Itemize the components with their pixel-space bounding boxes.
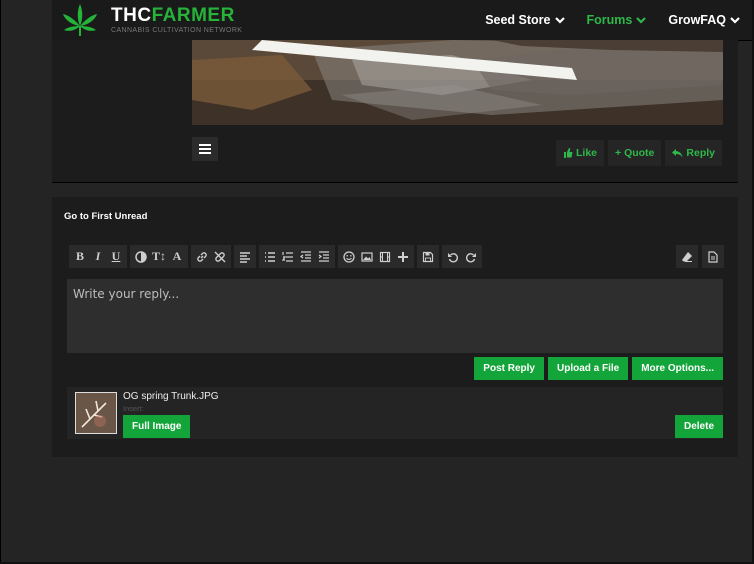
toolbar-group-history <box>442 245 482 268</box>
redo-button[interactable] <box>462 247 480 267</box>
align-button[interactable] <box>236 247 254 267</box>
toolbar-group-style: T↕ A <box>130 245 188 268</box>
nav-seed-store[interactable]: Seed Store <box>485 13 565 27</box>
window-edge <box>0 0 1 564</box>
toolbar-group-align <box>234 245 256 268</box>
unlink-button[interactable] <box>211 247 229 267</box>
nav-label: Forums <box>586 13 633 27</box>
outdent-button[interactable] <box>297 247 315 267</box>
undo-icon <box>448 252 459 263</box>
film-icon <box>379 251 391 262</box>
toolbar-group-save <box>417 245 439 268</box>
link-button[interactable] <box>193 247 211 267</box>
post-menu-button[interactable] <box>192 137 218 161</box>
indent-icon <box>318 250 329 262</box>
eraser-icon <box>682 251 692 262</box>
reply-textarea[interactable] <box>67 279 723 353</box>
site-header: THCFARMER CANNABIS CULTIVATION NETWORK S… <box>52 0 752 41</box>
bullet-list-button[interactable] <box>261 247 279 267</box>
reply-label: Reply <box>686 147 715 159</box>
redo-icon <box>465 252 476 263</box>
toolbar-group-lists <box>259 245 335 268</box>
save-draft-button[interactable] <box>419 247 437 267</box>
go-to-first-unread-link[interactable]: Go to First Unread <box>64 211 147 222</box>
plus-icon <box>398 251 408 262</box>
indent-button[interactable] <box>315 247 333 267</box>
image-icon <box>361 251 373 262</box>
quick-reply-panel: Go to First Unread B I U T↕ A Write your… <box>52 197 738 457</box>
quote-button[interactable]: + Quote <box>608 140 662 166</box>
attachment-photo <box>76 393 116 433</box>
reply-button[interactable]: Reply <box>665 140 722 166</box>
thumbs-up-icon <box>564 148 573 158</box>
font-size-button[interactable]: T↕ <box>150 247 168 267</box>
attachment-thumbnail[interactable] <box>75 392 117 434</box>
post-actions: Like + Quote Reply <box>556 140 722 166</box>
toolbar-group-insert <box>338 245 414 268</box>
floppy-disk-icon <box>422 251 434 262</box>
toolbar-group-link <box>191 245 231 268</box>
delete-attachment-button[interactable]: Delete <box>674 415 723 438</box>
brand-thc: THC <box>111 5 152 26</box>
numbered-list-button[interactable] <box>279 247 297 267</box>
chevron-down-icon <box>636 17 647 24</box>
toolbar-group-source <box>702 245 724 268</box>
insert-more-button[interactable] <box>394 247 412 267</box>
attachment-filename: OG spring Trunk.JPG <box>123 391 219 402</box>
attachment-item: OG spring Trunk.JPG Insert: Full Image D… <box>67 387 723 439</box>
undo-button[interactable] <box>444 247 462 267</box>
text-color-button[interactable] <box>132 247 150 267</box>
upload-file-button[interactable]: Upload a File <box>547 357 629 380</box>
numbered-list-icon <box>282 251 293 262</box>
nav-label: Seed Store <box>485 13 551 27</box>
nav-growfaq[interactable]: GrowFAQ <box>668 13 740 27</box>
bold-button[interactable]: B <box>71 247 89 267</box>
post-reply-button[interactable]: Post Reply <box>474 357 544 380</box>
brand-tagline: CANNABIS CULTIVATION NETWORK <box>111 27 243 34</box>
remove-formatting-button[interactable] <box>678 247 696 267</box>
italic-button[interactable]: I <box>89 247 107 267</box>
brand-farmer: FARMER <box>151 5 235 26</box>
smiley-icon <box>343 250 355 263</box>
unlink-icon <box>214 251 226 262</box>
post-photo <box>192 40 723 125</box>
cannabis-leaf-icon[interactable] <box>62 2 98 40</box>
more-options-button[interactable]: More Options... <box>632 357 723 380</box>
color-circle-icon <box>135 250 147 263</box>
like-label: Like <box>576 147 598 159</box>
nav-forums[interactable]: Forums <box>587 13 647 27</box>
brand-title[interactable]: THCFARMER <box>111 6 235 26</box>
hamburger-menu-icon <box>199 144 211 154</box>
image-button[interactable] <box>358 247 376 267</box>
post-attachment-image[interactable] <box>192 40 723 125</box>
quote-label: + Quote <box>615 147 655 159</box>
toolbar-group-clear <box>676 245 698 268</box>
attachment-insert-label: Insert: <box>123 404 144 413</box>
editor-toolbar: B I U T↕ A <box>69 245 482 268</box>
chevron-down-icon <box>730 17 740 24</box>
underline-button[interactable]: U <box>107 247 125 267</box>
reply-submit-row: Post Reply Upload a File More Options... <box>474 357 723 380</box>
font-family-button[interactable]: A <box>168 247 186 267</box>
document-icon <box>708 250 718 263</box>
editor-toolbar-right <box>676 245 724 268</box>
bullet-list-icon <box>265 251 275 262</box>
toggle-bbcode-button[interactable] <box>704 247 722 267</box>
smilies-button[interactable] <box>340 247 358 267</box>
align-left-icon <box>240 251 250 263</box>
toolbar-group-format: B I U <box>69 245 127 268</box>
media-button[interactable] <box>376 247 394 267</box>
post-container: Like + Quote Reply <box>52 40 738 183</box>
insert-full-image-button[interactable]: Full Image <box>123 415 191 438</box>
nav-label: GrowFAQ <box>668 13 726 27</box>
reply-arrow-icon <box>672 149 683 158</box>
main-nav: Seed Store Forums GrowFAQ <box>485 13 740 27</box>
chevron-down-icon <box>554 17 565 24</box>
outdent-icon <box>300 250 311 262</box>
like-button[interactable]: Like <box>556 140 605 166</box>
link-icon <box>197 251 207 262</box>
